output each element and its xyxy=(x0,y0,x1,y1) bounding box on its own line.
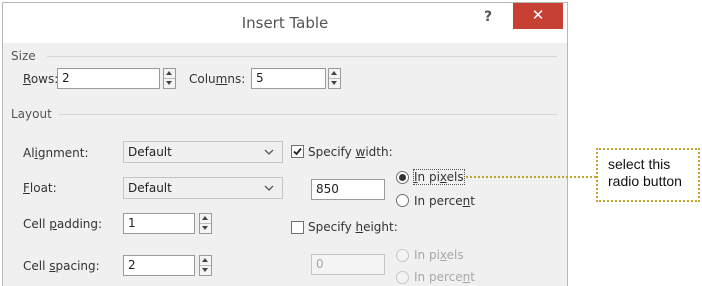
callout-connector xyxy=(466,176,596,178)
spinner-down-icon[interactable] xyxy=(200,224,211,233)
specify-width-label: Specify width: xyxy=(308,145,393,159)
columns-label: Columns: xyxy=(189,72,246,86)
height-in-pixels-radio[interactable] xyxy=(396,249,409,262)
alignment-label: Alignment: xyxy=(23,146,89,160)
specify-width-checkbox[interactable] xyxy=(291,145,304,158)
help-icon[interactable]: ? xyxy=(484,9,492,25)
width-in-pixels-label: In pixels xyxy=(413,169,465,185)
rows-input[interactable]: 2 xyxy=(57,68,160,89)
spinner-up-icon[interactable] xyxy=(200,256,211,266)
checkmark-icon xyxy=(293,147,302,156)
callout-box: select this radio button xyxy=(596,148,700,202)
cell-padding-label: Cell padding: xyxy=(23,217,103,231)
size-section-label: Size xyxy=(11,49,36,63)
spinner-up-icon[interactable] xyxy=(164,69,175,79)
float-label: Float: xyxy=(23,181,57,195)
callout-line-1: select this xyxy=(608,156,671,172)
spinner-down-icon[interactable] xyxy=(329,79,340,88)
spinner-up-icon[interactable] xyxy=(200,214,211,224)
cell-padding-input[interactable]: 1 xyxy=(123,213,195,234)
height-in-percent-radio[interactable] xyxy=(396,271,409,284)
chevron-down-icon xyxy=(264,185,274,191)
float-select[interactable]: Default xyxy=(123,177,283,199)
width-input[interactable]: 850 xyxy=(311,179,385,200)
cell-spacing-spinner[interactable] xyxy=(199,255,212,276)
spinner-down-icon[interactable] xyxy=(164,79,175,88)
title-bar: Insert Table ? ✕ xyxy=(3,3,567,43)
float-value: Default xyxy=(128,181,172,195)
columns-spinner[interactable] xyxy=(328,68,341,89)
width-in-percent-label: In percent xyxy=(414,194,475,208)
height-input[interactable]: 0 xyxy=(311,254,385,275)
dialog-title: Insert Table xyxy=(241,14,329,32)
cell-spacing-label: Cell spacing: xyxy=(23,259,100,273)
rows-label-text: ows: xyxy=(30,72,59,86)
size-divider xyxy=(47,56,557,57)
width-in-percent-radio[interactable] xyxy=(396,194,409,207)
close-icon[interactable]: ✕ xyxy=(513,3,563,29)
rows-label: Rows: xyxy=(23,72,59,86)
specify-height-checkbox[interactable] xyxy=(291,221,304,234)
cell-padding-spinner[interactable] xyxy=(199,213,212,234)
chevron-down-icon xyxy=(264,149,274,155)
alignment-value: Default xyxy=(128,145,172,159)
height-in-percent-label: In percent xyxy=(414,270,475,284)
callout-line-2: radio button xyxy=(608,173,682,189)
specify-height-label: Specify height: xyxy=(308,220,398,234)
insert-table-dialog: Insert Table ? ✕ Size Rows: 2 Columns: 5… xyxy=(2,2,568,286)
spinner-up-icon[interactable] xyxy=(329,69,340,79)
width-in-pixels-radio[interactable] xyxy=(396,171,409,184)
layout-section-label: Layout xyxy=(11,107,52,121)
layout-divider xyxy=(59,114,557,115)
spinner-down-icon[interactable] xyxy=(200,266,211,275)
height-in-pixels-label: In pixels xyxy=(414,248,464,262)
rows-spinner[interactable] xyxy=(163,68,176,89)
alignment-select[interactable]: Default xyxy=(123,141,283,163)
cell-spacing-input[interactable]: 2 xyxy=(123,255,195,276)
columns-input[interactable]: 5 xyxy=(251,68,326,89)
